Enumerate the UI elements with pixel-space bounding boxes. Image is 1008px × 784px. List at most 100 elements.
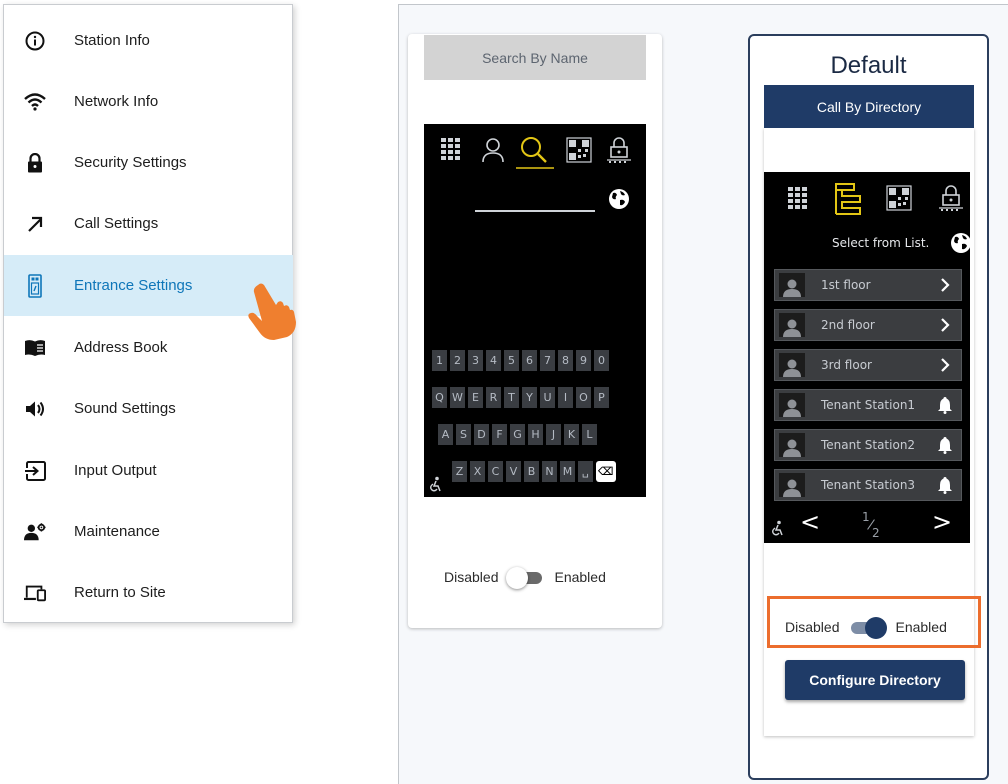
directory-list-item[interactable]: Tenant Station1 (774, 389, 962, 421)
arrow-up-right-icon (24, 213, 46, 235)
keyboard-key[interactable]: 8 (558, 350, 573, 371)
hand-pointer-icon (248, 283, 296, 340)
page-indicator: 1 2 (862, 508, 882, 542)
keyboard-key[interactable]: 2 (450, 350, 465, 371)
call-by-directory-preview: Select from List. 1st floor 2nd floor 3rd … (764, 172, 972, 543)
info-icon (24, 30, 46, 52)
chevron-right-icon (935, 277, 955, 293)
sidebar-item-label: Network Info (74, 93, 159, 110)
previous-page-button[interactable]: < (800, 508, 820, 536)
qr-code-icon (886, 185, 912, 211)
configure-directory-button[interactable]: Configure Directory (785, 660, 965, 700)
sidebar-item-maintenance[interactable]: Maintenance (4, 501, 293, 562)
keyboard-key[interactable]: Q (432, 387, 447, 408)
keyboard-key[interactable]: Y (522, 387, 537, 408)
keyboard-key[interactable]: S (456, 424, 471, 445)
keyboard-key[interactable]: 4 (486, 350, 501, 371)
keyboard-key[interactable]: P (594, 387, 609, 408)
sidebar-item-label: Sound Settings (74, 400, 176, 417)
keyboard-key[interactable]: U (540, 387, 555, 408)
card-title: Default (830, 52, 907, 79)
bell-icon (935, 436, 955, 454)
sidebar-item-station-info[interactable]: Station Info (4, 10, 293, 71)
keyboard-key[interactable]: D (474, 424, 489, 445)
accessibility-icon[interactable] (770, 520, 786, 536)
keyboard-key[interactable]: 6 (522, 350, 537, 371)
keyboard-key[interactable]: ⌫ (596, 461, 616, 482)
keyboard-key[interactable]: 1 (432, 350, 447, 371)
directory-item-label: 2nd floor (821, 318, 875, 332)
call-by-directory-header: Call By Directory (764, 85, 974, 128)
keyboard-key[interactable]: R (486, 387, 501, 408)
sidebar-item-label: Entrance Settings (74, 277, 193, 294)
maintenance-icon (24, 521, 46, 543)
globe-icon[interactable] (608, 188, 630, 210)
keyboard-row-numbers: 1234567890 (432, 350, 609, 371)
keyboard-key[interactable]: C (488, 461, 503, 482)
enabled-label: Enabled (554, 569, 606, 585)
directory-list-item[interactable]: 3rd floor (774, 349, 962, 381)
keyboard-key[interactable]: 0 (594, 350, 609, 371)
name-input-line[interactable] (475, 210, 595, 212)
devices-icon (24, 582, 46, 604)
person-icon (482, 138, 504, 163)
unlock-code-icon (607, 137, 631, 163)
search-by-name-toggle[interactable] (506, 566, 546, 589)
sidebar-item-sound-settings[interactable]: Sound Settings (4, 378, 293, 439)
keyboard-key[interactable]: W (450, 387, 465, 408)
accessibility-icon[interactable] (428, 476, 444, 492)
keyboard-row-qwerty: QWERTYUIOP (432, 387, 609, 408)
keyboard-key[interactable]: V (506, 461, 521, 482)
globe-icon[interactable] (950, 232, 972, 254)
directory-item-label: 1st floor (821, 278, 871, 292)
sidebar-item-call-settings[interactable]: Call Settings (4, 193, 293, 254)
keyboard-key[interactable]: G (510, 424, 525, 445)
wifi-icon (24, 91, 46, 113)
directory-list-item[interactable]: Tenant Station3 (774, 469, 962, 501)
keyboard-key[interactable]: 7 (540, 350, 555, 371)
keyboard-key[interactable]: ␣ (578, 461, 593, 482)
keyboard-key[interactable]: K (564, 424, 579, 445)
keyboard-key[interactable]: I (558, 387, 573, 408)
sidebar-item-label: Security Settings (74, 154, 187, 171)
keyboard-key[interactable]: N (542, 461, 557, 482)
keyboard-key[interactable]: F (492, 424, 507, 445)
keyboard-key[interactable]: E (468, 387, 483, 408)
keyboard-row-asdf: ASDFGHJKL (438, 424, 597, 445)
sidebar-item-return-to-site[interactable]: Return to Site (4, 562, 293, 623)
keyboard-key[interactable]: 9 (576, 350, 591, 371)
sidebar-item-label: Call Settings (74, 215, 159, 232)
keyboard-key[interactable]: A (438, 424, 453, 445)
directory-list-item[interactable]: 2nd floor (774, 309, 962, 341)
directory-list-item[interactable]: 1st floor (774, 269, 962, 301)
keyboard-key[interactable]: M (560, 461, 575, 482)
avatar-icon (779, 433, 805, 457)
directory-item-label: Tenant Station3 (821, 478, 916, 492)
avatar-icon (779, 473, 805, 497)
disabled-label: Disabled (444, 569, 499, 585)
keyboard-key[interactable]: O (576, 387, 591, 408)
directory-item-label: 3rd floor (821, 358, 872, 372)
page-total: 2 (872, 526, 880, 540)
keyboard-key[interactable]: 3 (468, 350, 483, 371)
directory-item-label: Tenant Station1 (821, 398, 916, 412)
chevron-right-icon (935, 317, 955, 333)
keyboard-key[interactable]: L (582, 424, 597, 445)
avatar-icon (779, 393, 805, 417)
directory-list-item[interactable]: Tenant Station2 (774, 429, 962, 461)
sidebar-item-network-info[interactable]: Network Info (4, 71, 293, 132)
keyboard-key[interactable]: Z (452, 461, 467, 482)
sidebar-item-input-output[interactable]: Input Output (4, 440, 293, 501)
entrance-panel-icon (24, 273, 46, 298)
keyboard-key[interactable]: B (524, 461, 539, 482)
keyboard-key[interactable]: X (470, 461, 485, 482)
keyboard-key[interactable]: T (504, 387, 519, 408)
keyboard-key[interactable]: H (528, 424, 543, 445)
keyboard-key[interactable]: J (546, 424, 561, 445)
unlock-code-icon (939, 185, 963, 211)
qr-code-icon (566, 137, 592, 163)
next-page-button[interactable]: > (932, 508, 952, 536)
book-icon (24, 337, 46, 359)
keyboard-key[interactable]: 5 (504, 350, 519, 371)
sidebar-item-security-settings[interactable]: Security Settings (4, 132, 293, 193)
